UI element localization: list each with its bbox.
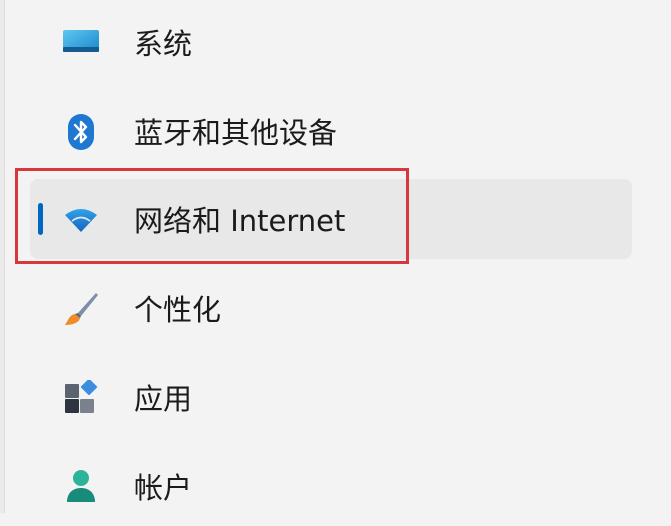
nav-item-accounts[interactable]: 帐户 xyxy=(30,446,632,526)
system-display-icon xyxy=(62,24,100,62)
nav-item-label: 蓝牙和其他设备 xyxy=(134,116,338,150)
nav-item-label: 个性化 xyxy=(134,293,222,327)
settings-navigation: 系统 蓝牙和其他设备 网络和 Internet 个性化 应用 帐户 xyxy=(0,0,671,513)
nav-item-label: 应用 xyxy=(134,382,193,416)
bluetooth-icon xyxy=(62,113,100,151)
nav-item-label: 帐户 xyxy=(134,471,193,505)
selection-indicator xyxy=(38,203,43,235)
nav-item-label: 网络和 Internet xyxy=(134,204,346,238)
nav-item-personalization[interactable]: 个性化 xyxy=(30,268,632,348)
nav-item-bluetooth-devices[interactable]: 蓝牙和其他设备 xyxy=(30,91,632,171)
nav-item-label: 系统 xyxy=(134,27,193,61)
apps-icon xyxy=(62,379,100,417)
wifi-icon xyxy=(62,201,100,239)
paint-brush-icon xyxy=(62,290,100,328)
nav-item-system[interactable]: 系统 xyxy=(30,2,632,82)
nav-item-apps[interactable]: 应用 xyxy=(30,357,632,437)
nav-item-network-internet[interactable]: 网络和 Internet xyxy=(30,179,632,259)
account-person-icon xyxy=(62,468,100,506)
